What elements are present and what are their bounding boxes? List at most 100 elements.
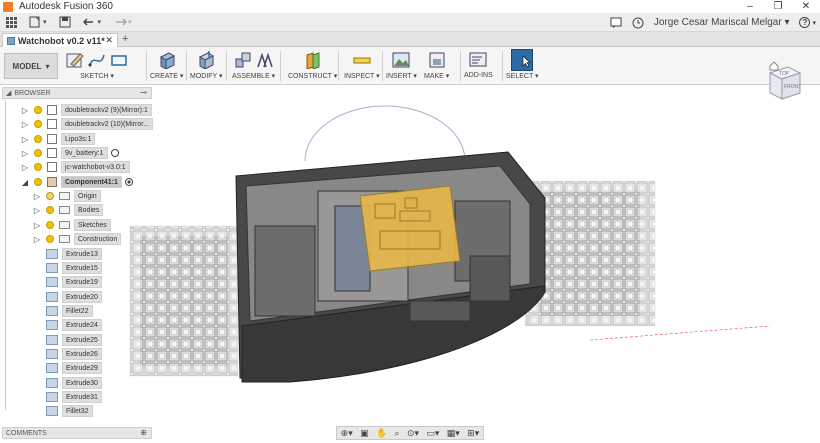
visibility-bulb-icon[interactable] <box>34 106 42 114</box>
select-group[interactable]: SELECT ▾ <box>506 49 539 83</box>
help-button[interactable]: ? ▾ <box>799 17 816 28</box>
press-pull-icon[interactable] <box>197 51 215 69</box>
redo-button[interactable]: ▾ <box>107 13 138 32</box>
addins-menu-label[interactable]: ADD-INS <box>464 72 493 79</box>
tree-row[interactable]: ▷ Lipo3s:1 <box>20 132 96 146</box>
look-at-icon[interactable]: ▣ <box>360 428 369 439</box>
expand-icon[interactable]: ▷ <box>32 206 42 215</box>
tree-row[interactable]: Extrude15 <box>46 261 102 275</box>
tree-row[interactable]: ▷ jc-watchobot-v3.0:1 <box>20 160 130 174</box>
make-menu-label[interactable]: MAKE ▾ <box>424 72 449 80</box>
measure-icon[interactable] <box>353 51 371 69</box>
tree-row[interactable]: ▷ Construction <box>32 232 122 246</box>
expand-icon[interactable]: ▷ <box>20 120 30 129</box>
expand-icon[interactable]: ▷ <box>32 221 42 230</box>
comments-panel-header[interactable]: COMMENTS ⊕ <box>2 427 152 439</box>
insert-image-icon[interactable] <box>392 51 410 69</box>
tree-row[interactable]: Extrude25 <box>46 333 102 347</box>
assemble-menu-label[interactable]: ASSEMBLE ▾ <box>232 72 275 80</box>
fit-icon[interactable]: ⊙▾ <box>407 428 419 439</box>
file-menu-button[interactable]: ▾ <box>23 13 53 32</box>
inspect-group[interactable]: INSPECT ▾ <box>344 49 380 83</box>
home-view-icon[interactable] <box>768 60 780 72</box>
visibility-bulb-icon[interactable] <box>34 149 42 157</box>
sketch-pencil-icon[interactable] <box>66 51 84 69</box>
tree-row[interactable]: ▷ Sketches <box>32 218 111 232</box>
tree-row[interactable]: ▷ doubletrackv2 (10)(Mirror... <box>20 117 154 131</box>
3d-print-icon[interactable] <box>428 51 446 69</box>
tree-row-active[interactable]: ◢ Component41:1 <box>20 175 133 189</box>
assemble-group[interactable]: ASSEMBLE ▾ <box>232 49 275 83</box>
add-comment-icon[interactable]: ⊕ <box>140 428 147 437</box>
expand-icon[interactable]: ▷ <box>20 149 30 158</box>
visibility-bulb-icon[interactable] <box>34 163 42 171</box>
restore-button[interactable]: ❐ <box>764 0 792 13</box>
expand-icon[interactable]: ▷ <box>20 106 30 115</box>
grid-settings-icon[interactable]: ▦▾ <box>447 428 460 439</box>
construct-menu-label[interactable]: CONSTRUCT ▾ <box>288 72 337 80</box>
modify-group[interactable]: MODIFY ▾ <box>190 49 223 83</box>
insert-menu-label[interactable]: INSERT ▾ <box>386 72 417 80</box>
tree-row[interactable]: Extrude26 <box>46 347 102 361</box>
make-group[interactable]: MAKE ▾ <box>424 49 449 83</box>
tree-row[interactable]: Extrude24 <box>46 318 102 332</box>
tree-row[interactable]: ▷ doubletrackv2 (9)(Mirror):1 <box>20 103 152 117</box>
tree-row[interactable]: Extrude30 <box>46 376 102 390</box>
close-button[interactable]: ✕ <box>792 0 820 13</box>
modify-menu-label[interactable]: MODIFY ▾ <box>190 72 223 80</box>
inspect-menu-label[interactable]: INSPECT ▾ <box>344 72 380 80</box>
visibility-bulb-icon[interactable] <box>46 206 54 214</box>
undo-button[interactable]: ▾ <box>77 13 108 32</box>
clock-icon[interactable] <box>632 17 644 29</box>
visibility-bulb-icon[interactable] <box>46 221 54 229</box>
tab-close-button[interactable]: ✕ <box>105 35 113 46</box>
activate-radio[interactable] <box>110 149 119 157</box>
user-account-menu[interactable]: Jorge Cesar Mariscal Melgar ▾ <box>654 17 790 28</box>
new-component-icon[interactable] <box>234 51 252 69</box>
sketch-menu-label[interactable]: SKETCH ▾ <box>80 72 114 80</box>
orbit-icon[interactable]: ⊕▾ <box>341 428 353 439</box>
visibility-bulb-icon[interactable] <box>34 135 42 143</box>
visibility-bulb-icon[interactable] <box>34 120 42 128</box>
insert-group[interactable]: INSERT ▾ <box>386 49 417 83</box>
minimize-button[interactable]: – <box>736 0 764 13</box>
extrude-icon[interactable] <box>158 51 176 69</box>
tree-row[interactable]: ▷ Bodies <box>32 203 104 217</box>
sketch-group[interactable]: SKETCH ▾ <box>66 49 128 83</box>
tree-row[interactable]: Extrude13 <box>46 247 102 261</box>
select-menu-label[interactable]: SELECT ▾ <box>506 72 539 80</box>
addins-group[interactable]: ADD-INS <box>464 49 493 83</box>
expand-icon[interactable]: ▷ <box>32 192 42 201</box>
tree-row[interactable]: ▷ Origin <box>32 189 101 203</box>
offset-plane-icon[interactable] <box>304 51 322 69</box>
joint-icon[interactable] <box>256 51 274 69</box>
tree-row[interactable]: Extrude20 <box>46 290 102 304</box>
visibility-bulb-icon[interactable] <box>46 192 54 200</box>
data-panel-button[interactable] <box>0 13 23 32</box>
pan-icon[interactable]: ✋ <box>376 428 387 439</box>
spline-icon[interactable] <box>88 51 106 69</box>
rectangle-icon[interactable] <box>110 51 128 69</box>
browser-panel-header[interactable]: ◢ BROWSER ⊸ <box>2 87 152 99</box>
construct-group[interactable]: CONSTRUCT ▾ <box>288 49 337 83</box>
visibility-bulb-icon[interactable] <box>34 178 42 186</box>
tree-row[interactable]: Fillet32 <box>46 404 93 418</box>
visibility-bulb-icon[interactable] <box>46 235 54 243</box>
expand-icon[interactable]: ▷ <box>32 235 42 244</box>
create-group[interactable]: CREATE ▾ <box>150 49 183 83</box>
tree-row[interactable]: Fillet22 <box>46 304 93 318</box>
tree-row[interactable]: Extrude31 <box>46 390 102 404</box>
viewports-icon[interactable]: ⊞▾ <box>467 428 479 439</box>
tab-watchobot[interactable]: Watchobot v0.2 v11* ✕ <box>2 33 118 47</box>
expand-icon[interactable]: ▷ <box>20 163 30 172</box>
new-tab-button[interactable]: + <box>122 33 128 45</box>
pin-icon[interactable]: ⊸ <box>140 88 147 97</box>
workspace-switcher[interactable]: MODEL ▾ <box>4 53 58 79</box>
collapse-triangle-icon[interactable]: ◢ <box>6 89 11 97</box>
zoom-icon[interactable]: ⌕ <box>395 428 400 439</box>
collapse-icon[interactable]: ◢ <box>20 178 30 187</box>
activate-radio[interactable] <box>124 178 133 186</box>
job-status-icon[interactable] <box>610 17 622 28</box>
scripts-addins-icon[interactable] <box>469 51 487 69</box>
tree-row[interactable]: Extrude19 <box>46 275 102 289</box>
